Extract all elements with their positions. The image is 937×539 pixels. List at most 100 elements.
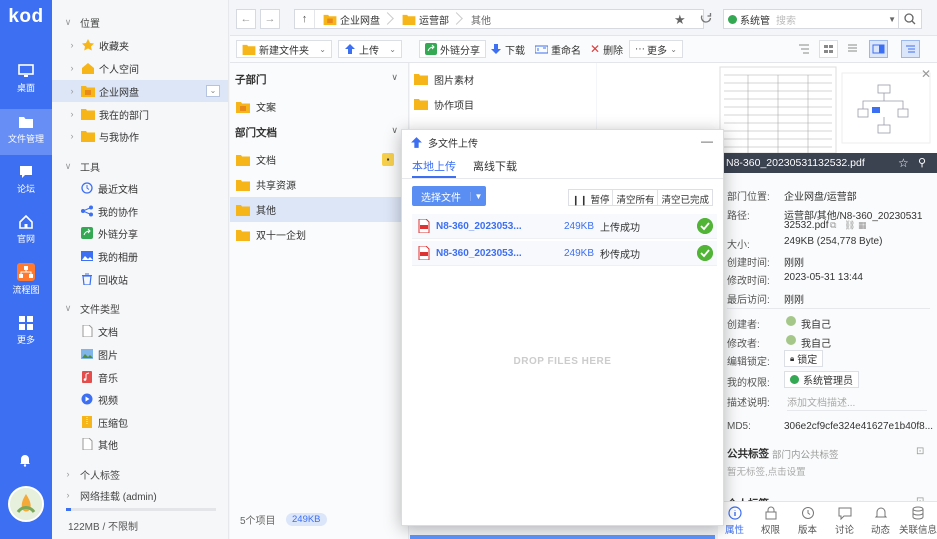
- folder-row[interactable]: 其他: [230, 197, 408, 222]
- tree-item-collab[interactable]: › 与我协作: [52, 125, 228, 147]
- tab-permissions[interactable]: 权限: [753, 506, 788, 536]
- star-icon[interactable]: ★: [674, 12, 686, 28]
- chevron-down-icon[interactable]: ▼: [470, 191, 486, 201]
- toggle-detail-button[interactable]: [901, 40, 920, 58]
- tree-item-type-video[interactable]: 视频: [52, 388, 228, 410]
- tree-section-file-types[interactable]: ∨ 文件类型: [52, 297, 228, 319]
- tab-related[interactable]: 关联信息: [899, 506, 937, 536]
- rename-button[interactable]: 重命名: [530, 40, 586, 58]
- rail-item-home[interactable]: 官网: [0, 209, 52, 255]
- breadcrumb-item[interactable]: 企业网盘: [315, 10, 394, 28]
- info-value[interactable]: 32532.pdf: [784, 220, 829, 231]
- tree-item-trash[interactable]: 回收站: [52, 268, 228, 290]
- file-preview[interactable]: ✕: [718, 63, 937, 153]
- lock-button[interactable]: 🔒︎ 锁定: [784, 350, 824, 367]
- forward-button[interactable]: →: [260, 9, 280, 29]
- tree-item-type-image[interactable]: 图片: [52, 343, 228, 365]
- clear-completed-button[interactable]: 清空已完成: [658, 190, 712, 206]
- pin-icon[interactable]: ⚲: [918, 156, 926, 169]
- qrcode-icon[interactable]: ▦: [858, 220, 867, 231]
- tree-item-type-music[interactable]: 音乐: [52, 366, 228, 388]
- tab-label: 讨论: [834, 525, 854, 536]
- delete-button[interactable]: ✕ 删除: [585, 40, 628, 58]
- up-arrow-icon[interactable]: ↑: [295, 10, 315, 28]
- chevron-down-icon[interactable]: ⌄: [389, 45, 396, 54]
- tree-item-enterprise[interactable]: › 企业网盘 ⌄: [52, 80, 228, 102]
- tree-item-my-dept[interactable]: › 我在的部门: [52, 103, 228, 125]
- close-icon[interactable]: ✕: [921, 67, 931, 81]
- search-input[interactable]: 搜索: [776, 12, 796, 27]
- file-row[interactable]: 图片素材: [414, 67, 594, 91]
- sort-icon[interactable]: [798, 43, 810, 55]
- tree-section-location[interactable]: ∨ 位置: [52, 11, 228, 33]
- pause-button[interactable]: ❙❙ 暂停: [569, 190, 614, 206]
- tree-item-personal-space[interactable]: › 个人空间: [52, 57, 228, 79]
- star-icon[interactable]: ☆: [898, 156, 909, 170]
- rail-item-forum[interactable]: 论坛: [0, 159, 52, 205]
- rail-item-more[interactable]: 更多: [0, 310, 52, 356]
- tree-item-type-doc[interactable]: 文档: [52, 320, 228, 342]
- tab-offline-download[interactable]: 离线下载: [473, 158, 517, 174]
- bell-icon[interactable]: [18, 453, 32, 467]
- list-view-icon: [848, 44, 857, 52]
- rail-item-files[interactable]: 文件管理: [0, 109, 52, 155]
- description-input[interactable]: 添加文档描述...: [787, 394, 855, 409]
- breadcrumb-item[interactable]: 其他: [463, 10, 505, 28]
- department-docs-heading: 部门文档: [235, 127, 277, 139]
- folder-row[interactable]: 文档 ▪: [230, 147, 408, 172]
- file-row[interactable]: 协作项目: [414, 92, 594, 116]
- tree-item-favorites[interactable]: › 收藏夹: [52, 34, 228, 56]
- link-icon[interactable]: ⛓: [844, 220, 855, 231]
- dropdown-icon[interactable]: ⌄: [206, 85, 220, 97]
- search-bar[interactable]: 系统管 搜索 ▼: [723, 9, 903, 29]
- tree-item-recent[interactable]: 最近文档: [52, 177, 228, 199]
- view-list-button[interactable]: [844, 40, 863, 58]
- chevron-down-icon[interactable]: ∨: [391, 125, 398, 136]
- copy-icon[interactable]: ⧉: [830, 220, 836, 231]
- tree-item-link-share[interactable]: 外链分享: [52, 222, 228, 244]
- chevron-down-icon[interactable]: ∨: [391, 72, 398, 83]
- upload-button[interactable]: 上传 ⌄: [338, 40, 402, 58]
- sticky-note-icon[interactable]: ▪: [382, 153, 394, 166]
- tree-item-my-collab[interactable]: 我的协作: [52, 200, 228, 222]
- avatar[interactable]: [8, 486, 44, 522]
- folder-row[interactable]: 双十一企划: [230, 222, 408, 247]
- view-icon-grid-button[interactable]: [819, 40, 838, 58]
- chevron-down-icon[interactable]: ▼: [888, 15, 896, 24]
- back-button[interactable]: ←: [236, 9, 256, 29]
- refresh-icon[interactable]: [699, 11, 713, 25]
- tree-section-network[interactable]: › 网络挂载 (admin): [52, 488, 228, 502]
- tree-item-album[interactable]: 我的相册: [52, 245, 228, 267]
- tab-activity[interactable]: 动态: [863, 506, 898, 536]
- tree-item-type-zip[interactable]: 压缩包: [52, 411, 228, 433]
- drop-zone-hint[interactable]: DROP FILES HERE: [402, 356, 723, 367]
- folder-row[interactable]: 共享资源: [230, 172, 408, 197]
- download-button[interactable]: 下载: [485, 40, 530, 58]
- tag-icon[interactable]: ⊡: [916, 446, 924, 457]
- rail-item-desktop[interactable]: 桌面: [0, 58, 52, 104]
- chevron-down-icon[interactable]: ⌄: [319, 45, 326, 54]
- tab-local-upload[interactable]: 本地上传: [412, 158, 456, 174]
- breadcrumb-label: 运营部: [419, 15, 449, 27]
- upload-item[interactable]: N8-360_2023053... 249KB 秒传成功: [412, 241, 717, 266]
- search-button[interactable]: [898, 9, 922, 29]
- new-folder-button[interactable]: 新建文件夹 ⌄: [236, 40, 332, 58]
- set-tags-link[interactable]: 暂无标签,点击设置: [727, 464, 806, 478]
- tree-section-tools[interactable]: ∨ 工具: [52, 155, 228, 177]
- tree-section-personal-tags[interactable]: › 个人标签: [52, 463, 228, 485]
- sub-department-item[interactable]: 文案: [230, 94, 408, 119]
- view-split-button[interactable]: [869, 40, 888, 58]
- tree-item-type-other[interactable]: 其他: [52, 433, 228, 455]
- choose-files-button[interactable]: 选择文件 ▼: [412, 186, 486, 206]
- breadcrumb-item[interactable]: 运营部: [394, 10, 463, 28]
- minimize-icon[interactable]: —: [701, 134, 713, 148]
- more-button[interactable]: ⋯ 更多 ⌄: [629, 40, 683, 58]
- rail-item-flowchart[interactable]: 流程图: [0, 258, 52, 304]
- upload-item[interactable]: N8-360_2023053... 249KB 上传成功: [412, 214, 717, 239]
- clear-all-button[interactable]: 清空所有: [613, 190, 659, 206]
- tab-versions[interactable]: 版本: [790, 506, 825, 536]
- tab-discussion[interactable]: 讨论: [827, 506, 862, 536]
- breadcrumb-label: 企业网盘: [340, 15, 380, 27]
- link-share-button[interactable]: 外链分享: [419, 40, 486, 58]
- search-icon: [904, 13, 916, 25]
